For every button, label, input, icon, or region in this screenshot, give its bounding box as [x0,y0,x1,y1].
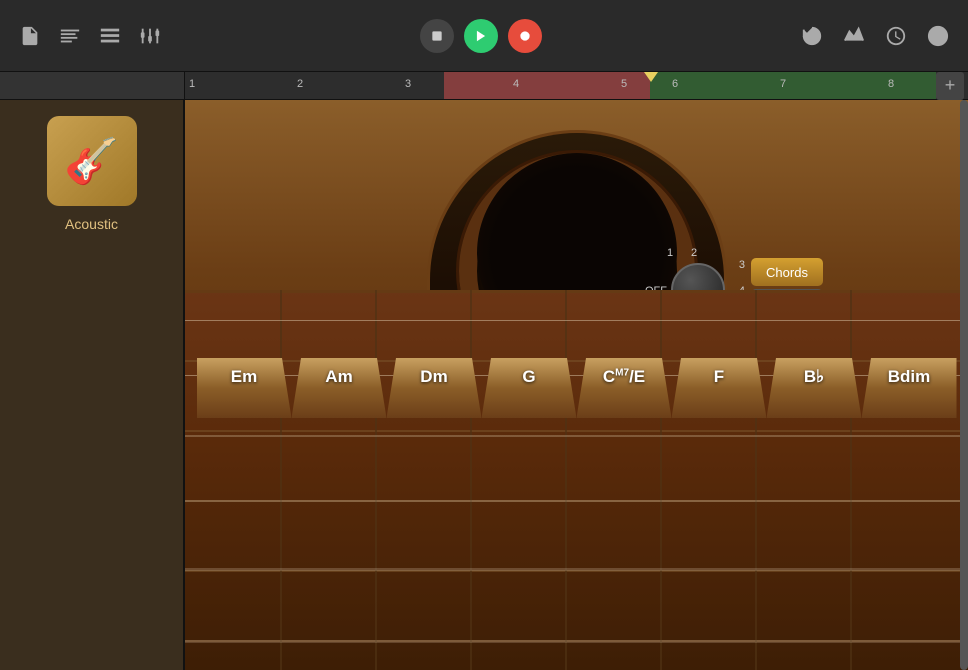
cycle-button[interactable] [798,22,826,50]
chord-dm-label: Dm [420,368,447,385]
chord-am-label: Am [325,368,352,385]
string-4 [185,500,968,502]
timeline-mark-5: 5 [621,78,627,90]
pitch-correction-button[interactable] [840,22,868,50]
add-track-button[interactable]: + [936,72,964,100]
timeline-track-header [0,72,185,99]
transport-controls [164,19,798,53]
timeline-mark-8: 8 [888,78,894,90]
chord-f-button[interactable]: F [672,358,767,418]
stop-button[interactable] [420,19,454,53]
timeline-mark-7: 7 [780,78,786,90]
toolbar-left [16,22,164,50]
tracks-button[interactable] [96,22,124,50]
chord-bb-button[interactable]: B♭ [767,358,862,418]
chord-bdim-button[interactable]: Bdim [862,358,957,418]
string-6 [185,640,968,643]
toolbar: ? [0,0,968,72]
chord-am-button[interactable]: Am [292,358,387,418]
help-button[interactable]: ? [924,22,952,50]
chord-bdim-label: Bdim [888,368,931,385]
fretboard[interactable] [185,290,968,670]
track-name: Acoustic [65,216,118,232]
toolbar-right: ? [798,22,952,50]
chord-f-label: F [714,368,724,385]
new-document-button[interactable] [16,22,44,50]
loop-browser-button[interactable] [56,22,84,50]
timeline-mark-3: 3 [405,78,411,90]
chord-buttons: Em Am Dm G CM7/E F B♭ Bdim [185,358,968,418]
chord-cm7e-button[interactable]: CM7/E [577,358,672,418]
play-button[interactable] [464,19,498,53]
playhead [650,72,652,99]
settings-button[interactable] [882,22,910,50]
track-icon-box: 🎸 [47,116,137,206]
chord-em-button[interactable]: Em [197,358,292,418]
svg-text:?: ? [935,29,942,43]
chord-g-button[interactable]: G [482,358,577,418]
chords-button[interactable]: Chords [751,258,823,286]
acoustic-guitar-icon: 🎸 [64,135,119,187]
mixer-button[interactable] [136,22,164,50]
playhead-triangle [644,72,658,82]
strings-container [185,290,968,670]
timeline-mark-6: 6 [672,78,678,90]
chord-cm7e-label: CM7/E [603,368,645,385]
timeline-mark-1: 1 [189,78,195,90]
timeline-mark-4: 4 [513,78,519,90]
chord-bb-label: B♭ [804,368,824,385]
string-5 [185,568,968,571]
string-1 [185,320,968,321]
knob-label-3: 3 [739,259,745,271]
chord-em-label: Em [231,368,257,385]
loop-region [444,72,650,99]
timeline-mark-2: 2 [297,78,303,90]
knob-label-2: 2 [691,247,697,259]
chord-g-label: G [522,368,535,385]
timeline: 1 2 3 4 5 6 7 8 + [0,72,968,100]
main-area: 🎸 Acoustic OFF 1 2 3 4 [0,100,968,670]
string-3 [185,435,968,437]
knob-label-1: 1 [667,247,673,259]
track-header: 🎸 Acoustic [0,100,185,670]
guitar-area[interactable]: OFF 1 2 3 4 Autoplay Chords Notes Em [185,100,968,670]
chord-dm-button[interactable]: Dm [387,358,482,418]
timeline-ruler[interactable]: 1 2 3 4 5 6 7 8 [185,72,936,99]
record-button[interactable] [508,19,542,53]
